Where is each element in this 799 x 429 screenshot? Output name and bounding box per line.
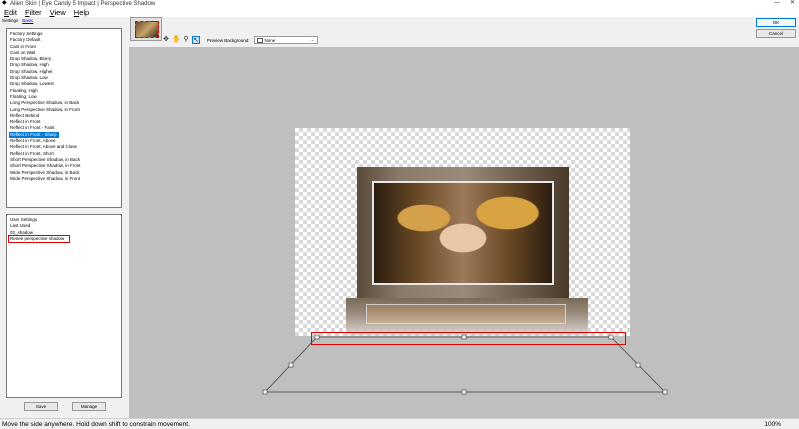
cancel-button[interactable]: Cancel bbox=[756, 29, 796, 38]
user-settings-list[interactable]: User Settings Last Used 02_shadow Renee per… bbox=[6, 214, 122, 398]
menu-edit[interactable]: Edit bbox=[4, 8, 17, 17]
menu-bar: Edit Filter View Help bbox=[0, 7, 799, 17]
pointer-icon[interactable]: ↖ bbox=[192, 36, 200, 44]
menu-help[interactable]: Help bbox=[74, 8, 89, 17]
handle-top-mid bbox=[461, 334, 467, 340]
preview-toolbar: ✥ ✋ ⚲ ↖ Preview Background: None ⌄ bbox=[162, 35, 318, 45]
list-item[interactable]: Reflect in Front - Faint bbox=[9, 125, 119, 131]
factory-settings-list[interactable]: Factory Settings Factory Default Cast in F… bbox=[6, 28, 122, 208]
color-swatch-icon bbox=[256, 37, 263, 43]
hand-icon[interactable]: ✋ bbox=[172, 36, 181, 44]
preview-canvas[interactable] bbox=[129, 47, 799, 418]
zoom-level: 100% bbox=[764, 421, 781, 428]
thumbnail-viewport[interactable] bbox=[135, 21, 159, 38]
title-bar: ◆ Alien Skin | Eye Candy 5 Impact | Pers… bbox=[0, 0, 799, 7]
app-icon: ◆ bbox=[2, 0, 7, 6]
tab-basic[interactable]: Basic bbox=[22, 18, 33, 23]
list-item[interactable]: Wide Perspective Shadow, in Front bbox=[9, 176, 119, 182]
list-item[interactable]: Renee perspective shadow bbox=[8, 234, 70, 244]
handle-bottom-mid bbox=[461, 389, 467, 395]
preview-background-label: Preview Background: bbox=[207, 37, 250, 43]
handle-bottom-right bbox=[662, 389, 668, 395]
manage-button[interactable]: Manage bbox=[72, 402, 106, 411]
chevron-down-icon: ⌄ bbox=[310, 37, 315, 43]
settings-tabs: Settings Basic bbox=[2, 17, 33, 24]
ok-button[interactable]: OK bbox=[756, 18, 796, 27]
preview-background-select[interactable]: None ⌄ bbox=[253, 36, 318, 44]
handle-top-right bbox=[608, 334, 614, 340]
minimize-button[interactable]: — bbox=[774, 0, 780, 6]
handle-left-mid bbox=[288, 362, 294, 368]
window-title: Alien Skin | Eye Candy 5 Impact | Perspe… bbox=[10, 0, 156, 7]
window-controls: — ✕ bbox=[774, 0, 795, 6]
menu-filter[interactable]: Filter bbox=[25, 8, 42, 17]
perspective-outline bbox=[264, 336, 666, 393]
menu-view[interactable]: View bbox=[50, 8, 66, 17]
handle-top-left bbox=[314, 334, 320, 340]
save-button[interactable]: Save bbox=[24, 402, 58, 411]
preview-background-value: None bbox=[264, 37, 276, 43]
move-icon[interactable]: ✥ bbox=[162, 36, 170, 44]
status-bar: Move the side anywhere. Hold down shift … bbox=[0, 418, 799, 429]
zoom-icon[interactable]: ⚲ bbox=[182, 36, 190, 44]
handle-right-mid bbox=[635, 362, 641, 368]
handle-bottom-left bbox=[262, 389, 268, 395]
perspective-handles[interactable] bbox=[129, 47, 799, 418]
tab-settings[interactable]: Settings bbox=[2, 18, 18, 23]
status-message: Move the side anywhere. Hold down shift … bbox=[2, 420, 190, 428]
close-button[interactable]: ✕ bbox=[790, 0, 795, 6]
preview-thumbnail[interactable] bbox=[130, 17, 162, 41]
